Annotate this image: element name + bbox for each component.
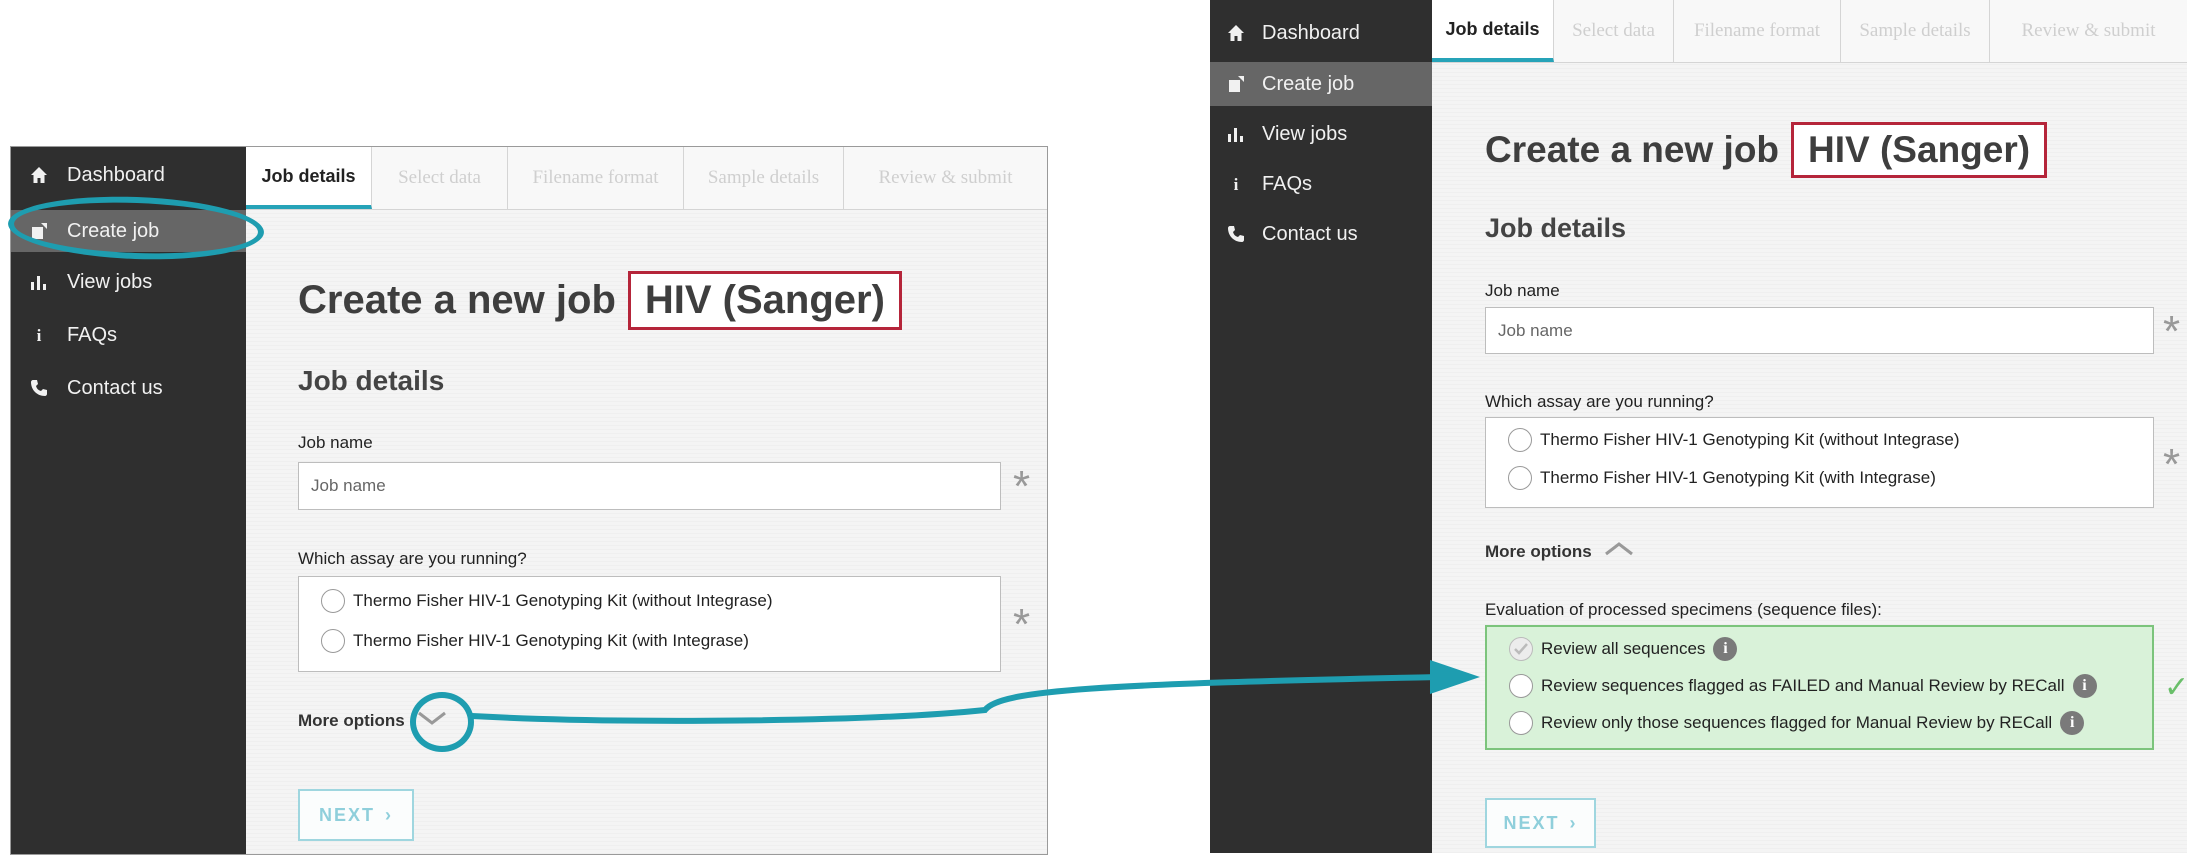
annotation-arrow xyxy=(471,660,1480,724)
